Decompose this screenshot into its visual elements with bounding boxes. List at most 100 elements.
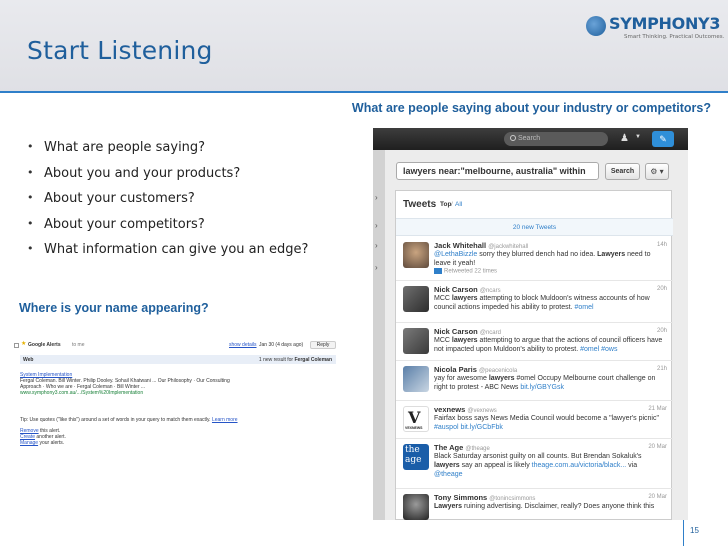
manage-alerts-link[interactable]: Manage — [20, 440, 38, 446]
new-tweets-bar[interactable]: 20 new Tweets — [396, 218, 673, 236]
tweet-text-part: sorry they blurred dench had no idea. — [477, 251, 598, 258]
tweet-author[interactable]: Nick Carson @ncard — [434, 327, 501, 336]
mention-link[interactable]: @LethaBizzle — [434, 251, 477, 258]
tweet-item[interactable]: Nick Carson @ncars 20h MCC lawyers attem… — [396, 281, 673, 323]
tweet-text-part: yay for awesome — [434, 375, 489, 382]
keyword-highlight: lawyers — [488, 375, 515, 382]
avatar[interactable] — [403, 494, 429, 520]
email-sender: Google Alerts — [28, 342, 61, 348]
tweet-author[interactable]: Nick Carson @ncars — [434, 285, 501, 294]
tweet-text: MCC lawyers attempting to argue that the… — [434, 336, 666, 354]
tweet-author[interactable]: Jack Whitehall @jackwhitehall — [434, 241, 528, 250]
slide-header: Start Listening SYMPHONY3 Smart Thinking… — [0, 0, 728, 92]
bullet-item: About your customers? — [27, 191, 308, 217]
google-alert-email: ★ Google Alerts to me show details Jan 3… — [14, 338, 336, 458]
avatar[interactable] — [403, 286, 429, 312]
keyword-highlight: Lawyers — [434, 503, 463, 510]
reply-label: Reply — [316, 342, 330, 348]
tweet-author[interactable]: Tony Simmons @tonincsimmons — [434, 493, 535, 502]
tweet-text: yay for awesome lawyers #omel Occupy Mel… — [434, 374, 666, 392]
tweet-text-part: Fairfax boss says News Media Council wou… — [434, 415, 659, 422]
tweet-text: MCC lawyers attempting to block Muldoon'… — [434, 294, 666, 312]
tweet-item[interactable]: V VEXNEWS vexnews @vexnews 21 Mar Fairfax… — [396, 401, 673, 439]
tweet-text: @LethaBizzle sorry they blurred dench ha… — [434, 250, 666, 268]
subheading: What are people saying about your indust… — [351, 101, 711, 115]
filter-top-tab[interactable]: Top — [440, 201, 451, 208]
tweet-text: Lawyers ruining advertising. Disclaimer,… — [434, 502, 666, 511]
results-bar: Web 1 new result for Fergal Coleman — [20, 355, 336, 364]
chevron-right-icon[interactable]: › — [375, 242, 383, 250]
chevron-right-icon[interactable]: › — [375, 222, 383, 230]
avatar[interactable] — [403, 366, 429, 392]
tweet-time[interactable]: 20h — [657, 286, 667, 292]
tweet-text-part: ruining advertising. Disclaimer, really?… — [462, 503, 655, 510]
tweet-text: Black Saturday arsonist guilty on all co… — [434, 452, 666, 479]
tweet-time[interactable]: 21h — [657, 366, 667, 372]
search-icon — [510, 135, 516, 141]
twitter-sidebar: › › › › — [373, 150, 385, 520]
tweet-item[interactable]: the age The Age @theage 20 Mar Black Sat… — [396, 439, 673, 489]
alert-actions: Remove this alert. Create another alert.… — [20, 428, 66, 446]
hashtag-link[interactable]: #omel — [574, 304, 593, 311]
tweet-time[interactable]: 20 Mar — [648, 444, 667, 450]
slide-title: Start Listening — [27, 36, 213, 65]
tweet-item[interactable]: Jack Whitehall @jackwhitehall 14h @Letha… — [396, 237, 673, 281]
tweet-text-part: MCC — [434, 337, 452, 344]
chevron-down-icon[interactable]: ▼ — [635, 134, 641, 140]
tweet-time[interactable]: 20h — [657, 328, 667, 334]
hashtag-link[interactable]: #omel #ows — [580, 346, 617, 353]
chevron-right-icon[interactable]: › — [375, 264, 383, 272]
result-url[interactable]: www.symphony3.com.au/.../System%20Implem… — [20, 390, 143, 396]
avatar-label: VEXNEWS — [405, 426, 423, 430]
tweet-time[interactable]: 20 Mar — [648, 494, 667, 500]
avatar[interactable]: the age — [403, 444, 429, 470]
hashtag-link[interactable]: #auspol bit.ly/GCbFbk — [434, 424, 503, 431]
author-name: The Age — [434, 443, 464, 452]
symphony3-logo: SYMPHONY3 Smart Thinking. Practical Outc… — [586, 14, 724, 42]
bullet-item: About your competitors? — [27, 217, 308, 243]
globe-icon — [586, 16, 606, 36]
twitter-search-input[interactable]: Search — [504, 132, 608, 146]
tip-text: Tip: Use quotes ("like this") around a s… — [20, 417, 211, 423]
tweet-item[interactable]: Nicola Paris @peacenicola 21h yay for aw… — [396, 361, 673, 401]
tweet-time[interactable]: 21 Mar — [648, 406, 667, 412]
user-icon[interactable]: ♟ — [620, 133, 632, 145]
mention-link[interactable]: @theage — [434, 471, 463, 478]
tweet-author[interactable]: Nicola Paris @peacenicola — [434, 365, 517, 374]
tweet-time[interactable]: 14h — [657, 242, 667, 248]
twitter-search-button[interactable]: Search — [605, 163, 640, 180]
star-icon[interactable]: ★ — [21, 341, 27, 347]
tweet-author[interactable]: vexnews @vexnews — [434, 405, 497, 414]
twitter-query-input[interactable]: lawyers near:"melbourne, australia" with… — [396, 162, 599, 180]
author-name: Nick Carson — [434, 285, 478, 294]
tweet-text-part: MCC — [434, 295, 452, 302]
tweet-item[interactable]: Tony Simmons @tonincsimmons 20 Mar Lawye… — [396, 489, 673, 520]
tweet-text: Fairfax boss says News Media Council wou… — [434, 414, 666, 432]
learn-more-link[interactable]: Learn more — [212, 417, 238, 423]
url-link[interactable]: theage.com.au/victoria/black... — [532, 462, 627, 469]
compose-tweet-button[interactable]: ✎ — [652, 131, 674, 147]
avatar[interactable]: V VEXNEWS — [403, 406, 429, 432]
manage-alerts-text: your alerts. — [38, 440, 65, 446]
settings-button[interactable]: ⚙ ▾ — [645, 163, 669, 180]
tweet-item[interactable]: Nick Carson @ncard 20h MCC lawyers attem… — [396, 323, 673, 361]
filter-all-tab[interactable]: All — [455, 201, 462, 208]
avatar[interactable] — [403, 328, 429, 354]
select-checkbox[interactable] — [14, 343, 19, 348]
bullet-item: What information can give you an edge? — [27, 242, 308, 268]
url-link[interactable]: bit.ly/GBYGsk — [520, 384, 564, 391]
tweet-author[interactable]: The Age @theage — [434, 443, 490, 452]
keyword-highlight: lawyers — [451, 295, 478, 302]
show-details-link[interactable]: show details — [229, 342, 257, 348]
avatar-letter: V — [408, 408, 421, 427]
author-name: Tony Simmons — [434, 493, 488, 502]
avatar[interactable] — [403, 242, 429, 268]
tweet-text-part: say an appeal is likely — [459, 462, 532, 469]
reply-button[interactable]: Reply — [310, 341, 336, 349]
chevron-right-icon[interactable]: › — [375, 194, 383, 202]
avatar-text: the age — [405, 445, 422, 465]
retweet-icon — [434, 268, 442, 274]
keyword-highlight: Lawyers — [597, 251, 626, 258]
section-label: Web — [23, 357, 34, 363]
keyword-highlight: lawyers — [434, 462, 460, 469]
